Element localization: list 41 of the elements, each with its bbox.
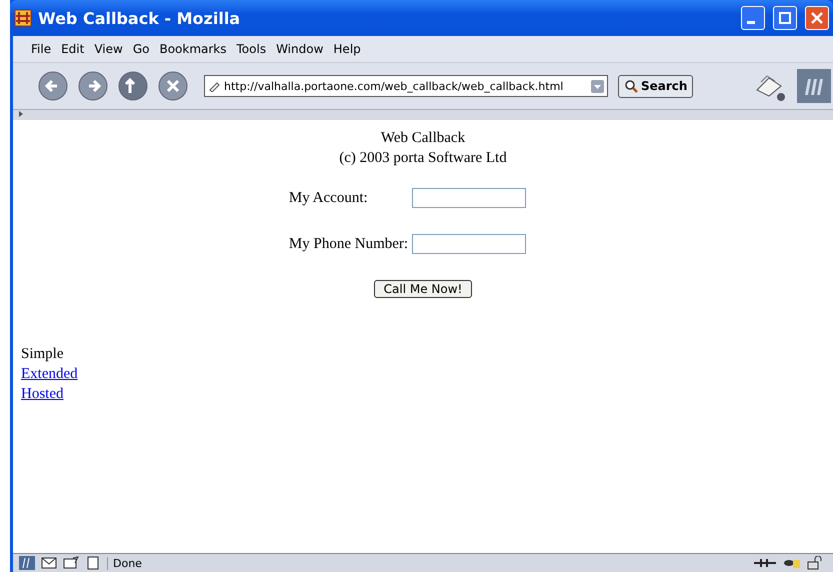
navigator-icon[interactable] — [19, 556, 35, 570]
app-icon — [14, 9, 32, 27]
page-heading: Web Callback — [380, 129, 466, 148]
mode-label: Simple — [21, 345, 64, 364]
mode-link[interactable]: Hosted — [21, 384, 64, 404]
mail-icon[interactable] — [41, 556, 57, 570]
minimize-button[interactable] — [741, 6, 765, 30]
menu-item[interactable]: Tools — [236, 42, 266, 56]
address-field[interactable]: http://valhalla.portaone.com/web_callback/web_callback.html — [204, 75, 608, 97]
search-icon — [624, 79, 638, 93]
call-button[interactable]: Call Me Now! — [374, 280, 472, 298]
address-book-icon[interactable] — [85, 556, 101, 570]
menu-item[interactable]: View — [94, 42, 123, 56]
menu-item[interactable]: Help — [333, 42, 361, 56]
menu-item[interactable]: Bookmarks — [159, 42, 227, 56]
search-button[interactable]: Search — [618, 74, 694, 98]
mode-link[interactable]: Extended — [21, 364, 78, 384]
close-icon — [810, 11, 824, 25]
close-button[interactable] — [805, 6, 829, 30]
input-field[interactable] — [412, 188, 526, 208]
reload-button[interactable] — [118, 71, 148, 101]
menu-item[interactable]: File — [31, 42, 52, 56]
copyright-text: (c) 2003 porta Software Ltd — [339, 149, 507, 168]
maximize-icon — [778, 11, 792, 25]
field-label: My Account: — [288, 189, 369, 208]
back-button[interactable] — [38, 71, 68, 101]
stop-button[interactable] — [158, 71, 188, 101]
composer-icon[interactable] — [63, 556, 79, 570]
minimize-icon — [747, 20, 755, 24]
menu-item[interactable]: Go — [132, 42, 150, 56]
menu-item[interactable]: Edit — [61, 42, 84, 56]
window-title: Web Callback - Mozilla — [38, 8, 242, 28]
input-field[interactable] — [412, 234, 526, 254]
mozilla-logo-icon — [797, 69, 831, 103]
menu-item[interactable]: Window — [276, 42, 324, 56]
expand-arrow-icon[interactable] — [17, 110, 25, 118]
maximize-button[interactable] — [773, 6, 797, 30]
field-label: My Phone Number: — [288, 235, 408, 254]
status-text: Done — [107, 556, 747, 570]
padlock-icon[interactable] — [807, 556, 823, 570]
forward-button[interactable] — [78, 71, 108, 101]
